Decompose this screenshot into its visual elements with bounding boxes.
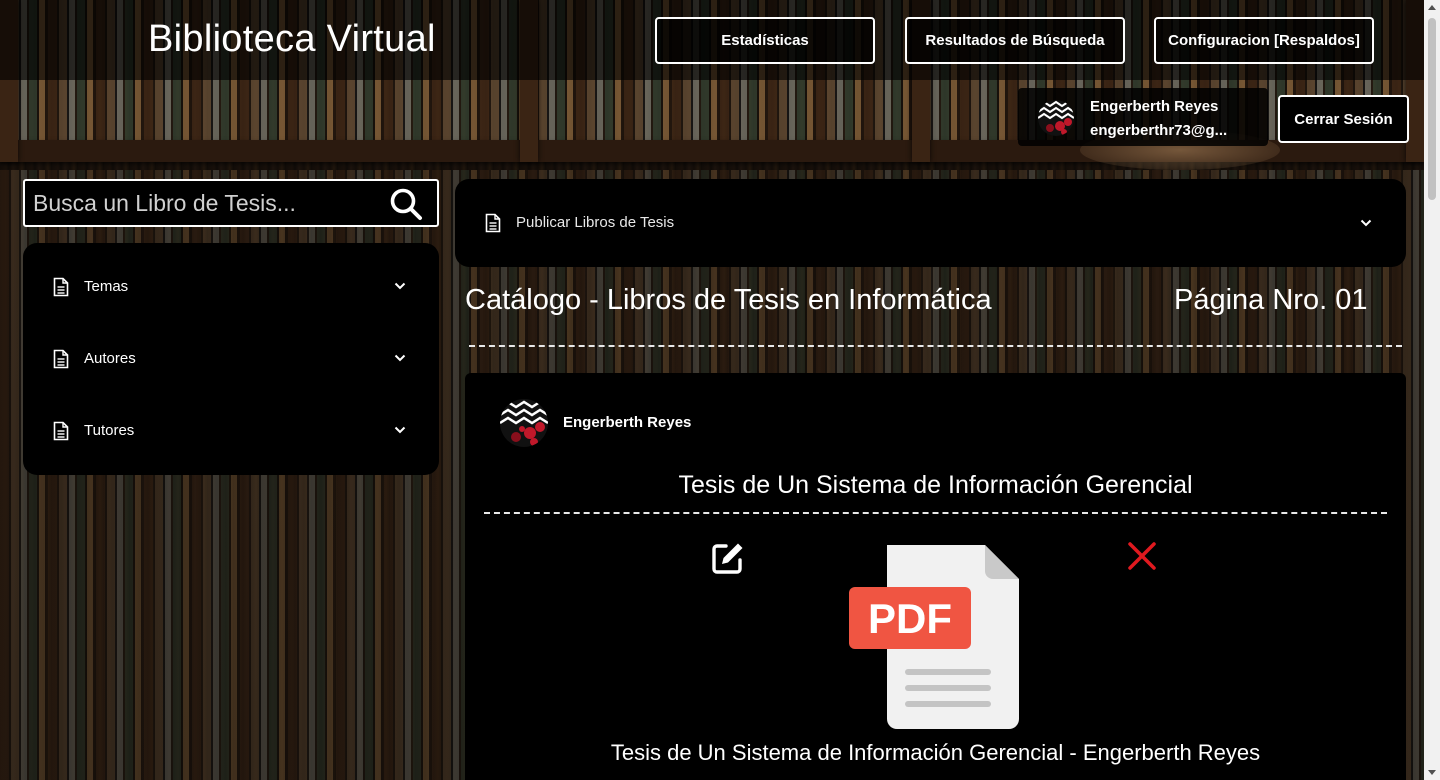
chevron-down-icon xyxy=(394,282,406,290)
user-profile-box[interactable]: Engerberth Reyes engerberthr73@g... xyxy=(1018,88,1268,146)
backup-settings-button[interactable]: Configuracion [Respaldos] xyxy=(1154,17,1374,64)
divider xyxy=(469,345,1402,347)
page-number: Página Nro. 01 xyxy=(1174,284,1368,316)
site-title: Biblioteca Virtual xyxy=(148,18,436,60)
logout-button[interactable]: Cerrar Sesión xyxy=(1278,95,1409,143)
search-results-button[interactable]: Resultados de Búsqueda xyxy=(905,17,1125,64)
sidebar-filter-panel: Temas Autores Tutores xyxy=(23,243,439,475)
stats-button[interactable]: Estadísticas xyxy=(655,17,875,64)
user-avatar xyxy=(1038,100,1074,136)
sidebar-item-tutores[interactable]: Tutores xyxy=(23,409,439,453)
card-divider xyxy=(484,512,1387,514)
sidebar-item-temas[interactable]: Temas xyxy=(23,265,439,309)
delete-x-icon[interactable] xyxy=(1127,541,1157,571)
scroll-down-arrow-icon[interactable] xyxy=(1428,770,1436,775)
author-avatar xyxy=(500,399,548,447)
catalog-title: Catálogo - Libros de Tesis en Informátic… xyxy=(465,284,992,316)
pdf-file-icon[interactable]: PDF xyxy=(849,543,1021,729)
pdf-badge-text: PDF xyxy=(868,595,952,642)
scroll-up-arrow-icon[interactable] xyxy=(1428,5,1436,10)
user-email: engerberthr73@g... xyxy=(1090,122,1228,139)
chevron-down-icon xyxy=(394,354,406,362)
thesis-card: Engerberth Reyes Tesis de Un Sistema de … xyxy=(465,373,1406,780)
sidebar-item-label: Tutores xyxy=(84,422,135,439)
document-icon xyxy=(53,277,69,297)
search-box xyxy=(23,179,439,227)
publish-thesis-label: Publicar Libros de Tesis xyxy=(516,214,675,231)
card-file-caption: Tesis de Un Sistema de Información Geren… xyxy=(610,740,1261,765)
document-icon xyxy=(53,421,69,441)
document-icon xyxy=(53,349,69,369)
search-input[interactable] xyxy=(33,187,373,219)
page-scrollbar[interactable] xyxy=(1424,0,1440,780)
search-icon[interactable] xyxy=(389,187,423,221)
edit-icon[interactable] xyxy=(711,541,745,575)
sidebar-item-label: Temas xyxy=(84,278,129,295)
chevron-down-icon xyxy=(1360,219,1372,227)
publish-thesis-accordion[interactable]: Publicar Libros de Tesis xyxy=(455,179,1406,267)
sidebar-item-label: Autores xyxy=(84,350,136,367)
card-author-name: Engerberth Reyes xyxy=(563,414,692,431)
user-name: Engerberth Reyes xyxy=(1090,98,1219,115)
card-title: Tesis de Un Sistema de Información Geren… xyxy=(678,471,1193,499)
document-icon xyxy=(485,213,501,233)
sidebar-item-autores[interactable]: Autores xyxy=(23,337,439,381)
chevron-down-icon xyxy=(394,426,406,434)
scroll-thumb[interactable] xyxy=(1428,18,1436,200)
